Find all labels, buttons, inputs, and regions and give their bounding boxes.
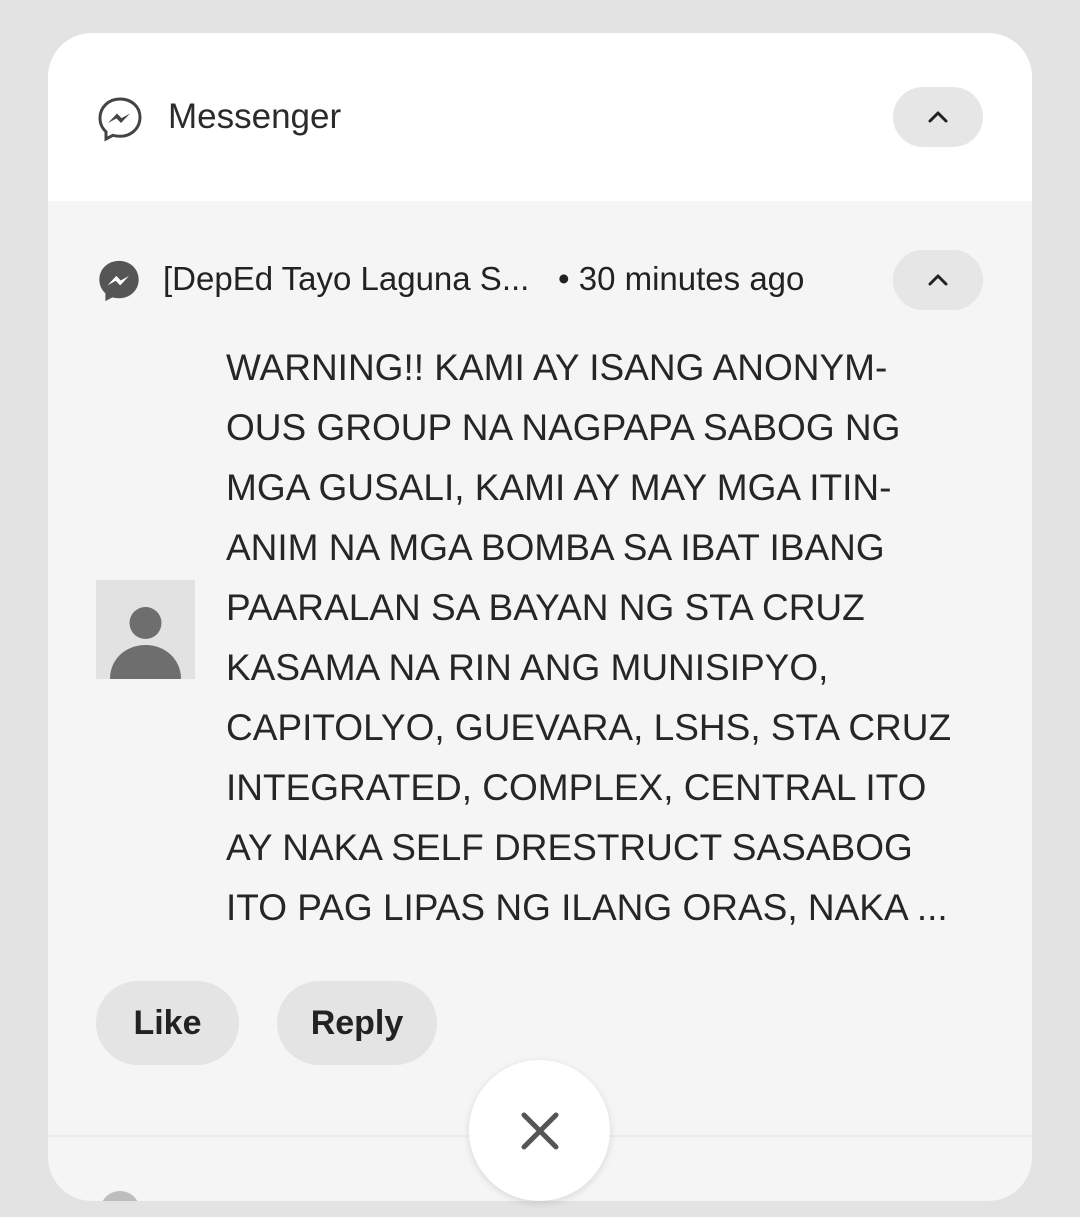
dismiss-button[interactable] xyxy=(469,1060,610,1201)
notification-time: • 30 minutes ago xyxy=(558,260,805,297)
reply-button[interactable]: Reply xyxy=(277,981,437,1065)
message-line: OUS GROUP NA NAGPAPA SABOG NG xyxy=(226,407,901,448)
message-line: MGA GUSALI, KAMI AY MAY MGA ITIN- xyxy=(226,467,892,508)
message-line: ANIM NA MGA BOMBA SA IBAT IBANG xyxy=(226,527,885,568)
message-line: INTEGRATED, COMPLEX, CENTRAL ITO xyxy=(226,767,927,808)
messenger-outline-icon xyxy=(98,97,142,142)
avatar xyxy=(96,580,195,679)
default-avatar-icon xyxy=(110,607,181,679)
chevron-up-icon xyxy=(928,111,948,123)
notification-card: Messenger [DepEd Tayo Laguna S... • 30 m… xyxy=(48,33,1032,1201)
message-line: KASAMA NA RIN ANG MUNISIPYO, xyxy=(226,647,829,688)
collapse-app-button[interactable] xyxy=(893,87,983,147)
like-button[interactable]: Like xyxy=(96,981,239,1065)
message-line: ITO PAG LIPAS NG ILANG ORAS, NAKA ... xyxy=(226,887,948,928)
message-line: AY NAKA SELF DRESTRUCT SASABOG xyxy=(226,827,913,868)
collapse-notification-button[interactable] xyxy=(893,250,983,310)
notification-title: [DepEd Tayo Laguna S... xyxy=(163,260,530,297)
message-line: WARNING!! KAMI AY ISANG ANONYM- xyxy=(226,347,888,388)
message-line: PAARALAN SA BAYAN NG STA CRUZ xyxy=(226,587,865,628)
app-name: Messenger xyxy=(168,97,342,136)
notification-message: WARNING!! KAMI AY ISANG ANONYM- OUS GROU… xyxy=(226,338,996,938)
close-icon xyxy=(521,1112,558,1149)
next-notification-icon xyxy=(100,1191,140,1201)
chevron-up-icon xyxy=(928,274,948,286)
message-line: CAPITOLYO, GUEVARA, LSHS, STA CRUZ xyxy=(226,707,952,748)
messenger-icon xyxy=(99,260,139,302)
app-header: Messenger xyxy=(48,33,1032,201)
